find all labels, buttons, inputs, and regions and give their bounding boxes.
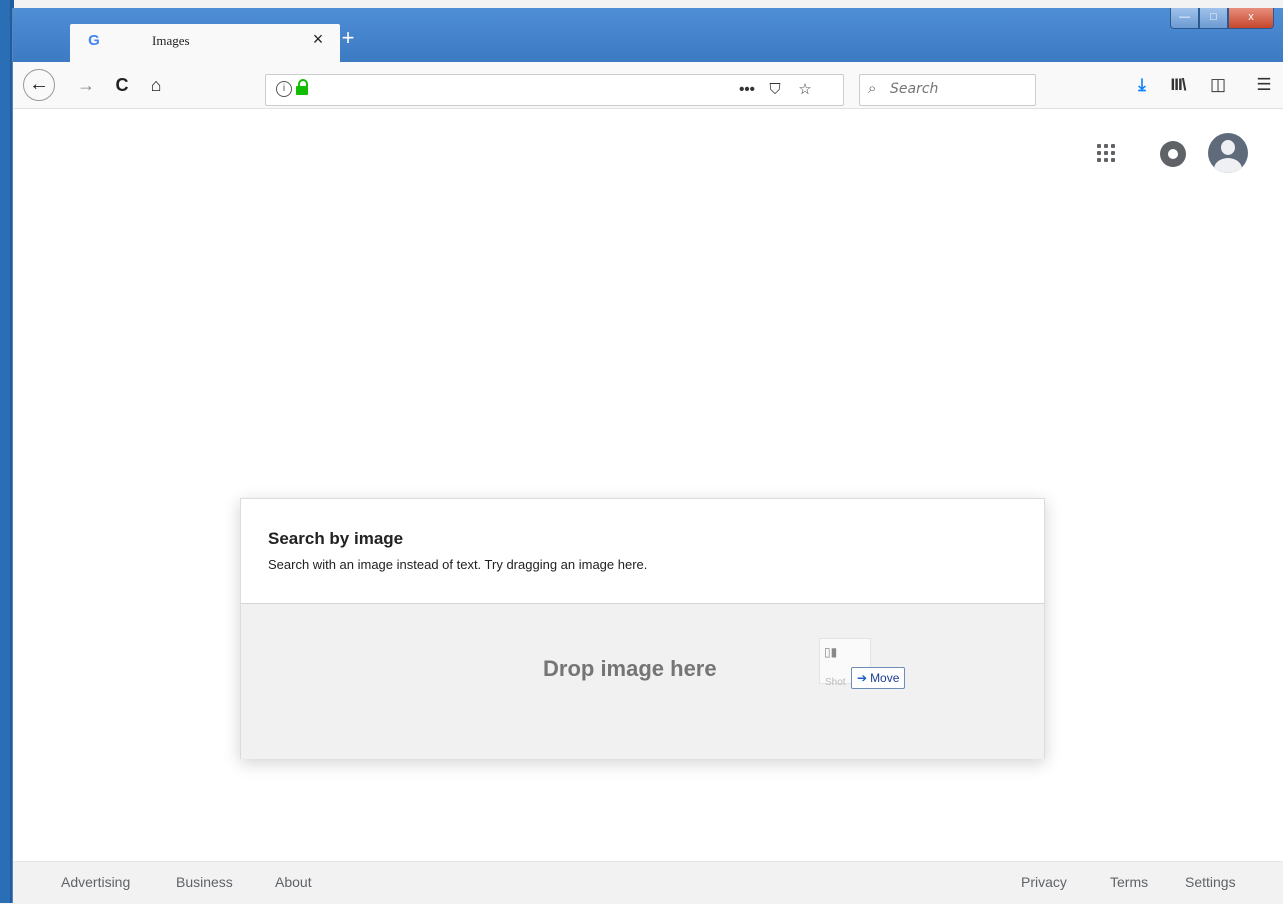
page-actions-icon[interactable]: •••	[736, 79, 758, 101]
footer-link-advertising[interactable]: Advertising	[61, 874, 130, 890]
new-tab-button[interactable]: +	[337, 27, 359, 49]
close-tab-icon[interactable]: ×	[307, 28, 329, 50]
footer: Advertising Business About Privacy Terms…	[13, 861, 1283, 904]
drag-ghost-label: Shot	[825, 677, 846, 688]
url-bar[interactable]: i ••• ⛉ ☆	[265, 74, 844, 106]
pocket-icon[interactable]: ⛉	[764, 79, 786, 101]
maximize-button[interactable]: □	[1199, 8, 1228, 29]
library-icon[interactable]: III\	[1163, 70, 1193, 100]
lock-icon[interactable]	[296, 79, 308, 95]
tab-title: Images	[152, 33, 190, 48]
dialog-description: Search with an image instead of text. Tr…	[268, 557, 648, 572]
search-input[interactable]	[888, 80, 1032, 98]
bookmark-star-icon[interactable]: ☆	[794, 79, 816, 101]
back-button[interactable]: ←	[23, 69, 55, 101]
google-favicon-icon: G	[88, 32, 100, 49]
notifications-icon[interactable]	[1160, 141, 1186, 167]
image-thumbnail-icon: ▯▮	[824, 645, 838, 659]
move-cursor-tooltip: ➔ Move	[851, 667, 906, 689]
footer-link-business[interactable]: Business	[176, 874, 233, 890]
search-bar[interactable]: ⌕	[859, 74, 1036, 106]
download-icon[interactable]: ⤓	[1127, 70, 1157, 100]
image-drop-zone[interactable]: Drop image here ▯▮ Shot ➔ Move	[241, 603, 1044, 759]
apps-grid-icon[interactable]	[1095, 142, 1119, 166]
move-arrow-icon: ➔	[857, 671, 868, 685]
minimize-button[interactable]: —	[1170, 8, 1199, 29]
window-controls: — □ x	[1170, 8, 1274, 30]
search-by-image-dialog: Search by image Search with an image ins…	[240, 498, 1045, 759]
tab-images[interactable]: G Images ×	[70, 24, 340, 62]
site-info-icon[interactable]: i	[276, 81, 292, 97]
close-window-button[interactable]: x	[1228, 8, 1274, 29]
home-button[interactable]: ⌂	[141, 70, 171, 100]
dialog-title: Search by image	[268, 529, 404, 548]
page-content: Search by image Search with an image ins…	[13, 109, 1283, 904]
footer-link-about[interactable]: About	[275, 874, 312, 890]
footer-link-terms[interactable]: Terms	[1110, 874, 1148, 890]
hamburger-menu-icon[interactable]: ☰	[1249, 70, 1279, 100]
navigation-toolbar: ← → C ⌂ i ••• ⛉ ☆ ⌕ ⤓ III\ ◫ ☰	[13, 62, 1283, 109]
browser-window: G Images × + — □ x ← → C ⌂ i ••• ⛉ ☆ ⌕ ⤓…	[12, 8, 1283, 904]
footer-link-privacy[interactable]: Privacy	[1021, 874, 1067, 890]
forward-button[interactable]: →	[71, 70, 101, 100]
move-label: Move	[870, 671, 900, 685]
reload-button[interactable]: C	[107, 70, 137, 100]
drop-image-label: Drop image here	[543, 656, 717, 681]
desktop-background	[0, 0, 10, 903]
title-bar: G Images × + — □ x	[13, 8, 1283, 62]
search-icon: ⌕	[868, 80, 877, 97]
sidebar-icon[interactable]: ◫	[1203, 70, 1233, 100]
avatar[interactable]	[1208, 133, 1248, 173]
footer-link-settings[interactable]: Settings	[1185, 874, 1236, 890]
